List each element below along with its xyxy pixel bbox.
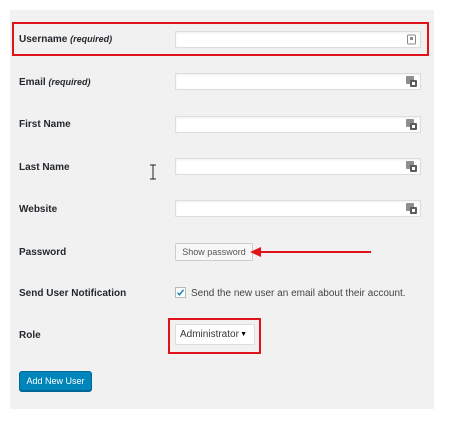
first-name-label: First Name xyxy=(19,119,71,130)
website-field[interactable] xyxy=(175,200,421,217)
notification-checkbox[interactable] xyxy=(175,287,186,298)
password-manager-icon[interactable] xyxy=(406,119,417,130)
email-label: Email (required) xyxy=(19,77,91,88)
role-label: Role xyxy=(19,330,41,341)
text-cursor-icon xyxy=(150,164,156,180)
role-highlight-box xyxy=(168,318,261,354)
last-name-label: Last Name xyxy=(19,162,70,173)
password-manager-icon[interactable] xyxy=(406,76,417,87)
last-name-field[interactable] xyxy=(175,158,421,175)
first-name-field[interactable] xyxy=(175,116,421,133)
password-manager-icon[interactable] xyxy=(406,203,417,214)
website-label: Website xyxy=(19,204,58,215)
password-manager-icon[interactable] xyxy=(406,161,417,172)
username-highlight-box xyxy=(12,22,429,56)
password-label: Password xyxy=(19,247,67,258)
email-field[interactable] xyxy=(175,73,421,90)
notification-label: Send User Notification xyxy=(19,288,127,299)
notification-checkbox-label[interactable]: Send the new user an email about their a… xyxy=(191,288,406,299)
show-password-button[interactable]: Show password xyxy=(175,243,253,261)
add-new-user-button[interactable]: Add New User xyxy=(19,371,92,391)
annotation-arrow xyxy=(250,247,371,257)
checkmark-icon xyxy=(176,289,185,296)
